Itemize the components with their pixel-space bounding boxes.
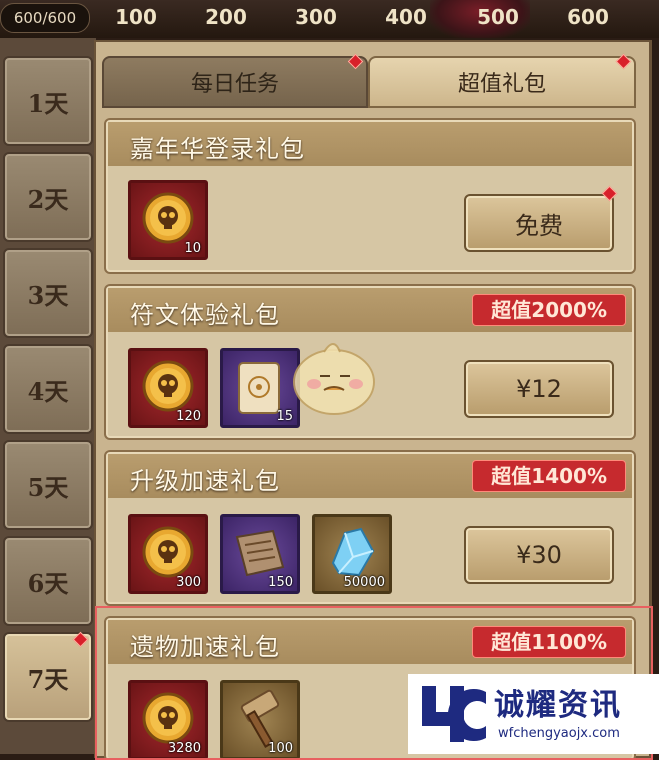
pack-header: 嘉年华登录礼包 bbox=[108, 122, 632, 166]
free-claim-button[interactable]: 免费 bbox=[464, 194, 614, 252]
tab-daily-tasks[interactable]: 每日任务 bbox=[102, 56, 368, 108]
buy-button[interactable]: ¥30 bbox=[464, 526, 614, 584]
pack-title: 嘉年华登录礼包 bbox=[130, 135, 305, 163]
item-quantity: 120 bbox=[176, 409, 201, 424]
pack-title: 符文体验礼包 bbox=[130, 301, 280, 329]
pack-header: 升级加速礼包 超值1400% bbox=[108, 454, 632, 498]
item-quantity: 50000 bbox=[343, 575, 385, 590]
milestone-600[interactable]: 600 bbox=[558, 3, 618, 31]
watermark: 诚耀资讯 wfchengyaojx.com bbox=[408, 674, 659, 754]
watermark-url: wfchengyaojx.com bbox=[498, 726, 620, 741]
day-tab-2[interactable]: 2天 bbox=[3, 152, 93, 242]
item-quantity: 10 bbox=[184, 241, 201, 256]
value-badge: 超值1400% bbox=[472, 460, 626, 492]
milestone-100[interactable]: 100 bbox=[106, 3, 166, 31]
pack-header: 符文体验礼包 超值2000% bbox=[108, 288, 632, 332]
value-badge: 超值1100% bbox=[472, 626, 626, 658]
day-tab-3[interactable]: 3天 bbox=[3, 248, 93, 338]
pack-item[interactable]: 50000 bbox=[312, 514, 392, 594]
item-quantity: 150 bbox=[268, 575, 293, 590]
pack-item[interactable]: 10 bbox=[128, 180, 208, 260]
progress-bar: 600/600 100 200 300 400 500 600 bbox=[0, 0, 659, 38]
pack-item[interactable]: 120 bbox=[128, 348, 208, 428]
pack-header: 遗物加速礼包 超值1100% bbox=[108, 620, 632, 664]
pack-title: 升级加速礼包 bbox=[130, 467, 280, 495]
pack-item[interactable]: 3280 bbox=[128, 680, 208, 760]
pack-title: 遗物加速礼包 bbox=[130, 633, 280, 661]
day-tab-5[interactable]: 5天 bbox=[3, 440, 93, 530]
pack-card: 嘉年华登录礼包 10 免费 bbox=[106, 120, 634, 272]
progress-count: 600/600 bbox=[0, 3, 90, 33]
pack-card: 升级加速礼包 超值1400% 300 150 50000 ¥30 bbox=[106, 452, 634, 604]
mascot-character-icon bbox=[293, 343, 375, 415]
buy-button[interactable]: ¥12 bbox=[464, 360, 614, 418]
day-tab-4[interactable]: 4天 bbox=[3, 344, 93, 434]
pack-item[interactable]: 150 bbox=[220, 514, 300, 594]
milestone-500[interactable]: 500 bbox=[468, 3, 528, 31]
tab-value-packs[interactable]: 超值礼包 bbox=[368, 56, 636, 108]
milestone-200[interactable]: 200 bbox=[196, 3, 256, 31]
pack-item[interactable]: 100 bbox=[220, 680, 300, 760]
day-tab-6[interactable]: 6天 bbox=[3, 536, 93, 626]
milestone-300[interactable]: 300 bbox=[286, 3, 346, 31]
item-quantity: 300 bbox=[176, 575, 201, 590]
brand-logo-icon bbox=[422, 686, 486, 742]
watermark-brand: 诚耀资讯 bbox=[494, 688, 622, 723]
pack-item[interactable]: 300 bbox=[128, 514, 208, 594]
day-tab-1[interactable]: 1天 bbox=[3, 56, 93, 146]
value-badge: 超值2000% bbox=[472, 294, 626, 326]
day-sidebar: 1天 2天 3天 4天 5天 6天 7天 bbox=[0, 38, 96, 754]
milestone-400[interactable]: 400 bbox=[376, 3, 436, 31]
